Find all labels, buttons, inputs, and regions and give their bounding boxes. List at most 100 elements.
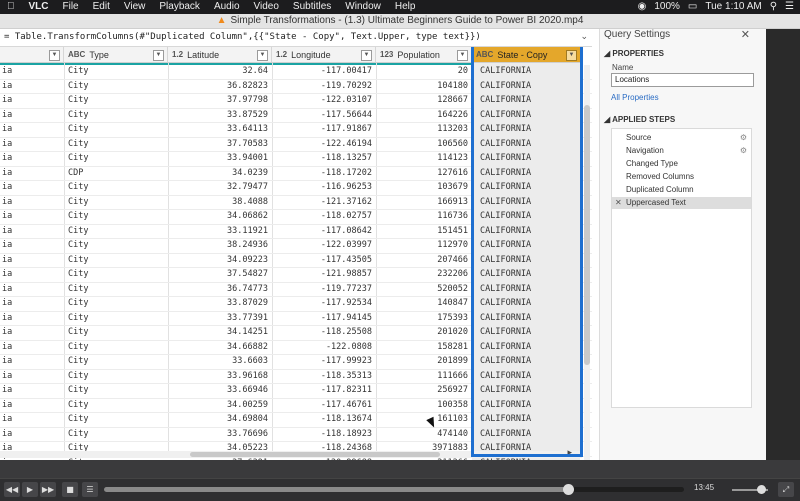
cell-state-partial[interactable]: ia: [2, 326, 12, 339]
cell-latitude[interactable]: 33.77391: [168, 312, 268, 325]
cell-state-copy[interactable]: CALIFORNIA: [480, 312, 531, 325]
cell-state-partial[interactable]: ia: [2, 413, 12, 426]
cell-state-partial[interactable]: ia: [2, 312, 12, 325]
cell-population[interactable]: 161103: [376, 413, 468, 426]
cell-type[interactable]: City: [68, 123, 88, 136]
delete-step-icon[interactable]: ✕: [615, 197, 622, 209]
column-header-type[interactable]: ABC Type ▼: [64, 47, 168, 63]
query-name-input[interactable]: Locations: [611, 73, 754, 87]
cell-population[interactable]: 127616: [376, 167, 468, 180]
gear-icon[interactable]: ⚙: [740, 132, 747, 144]
cell-population[interactable]: 114123: [376, 152, 468, 165]
cell-state-partial[interactable]: ia: [2, 355, 12, 368]
scroll-thumb[interactable]: [584, 105, 590, 365]
volume-knob[interactable]: [756, 485, 766, 494]
cell-state-partial[interactable]: ia: [2, 109, 12, 122]
cell-latitude[interactable]: 33.66946: [168, 384, 268, 397]
play-button[interactable]: ▶: [22, 482, 38, 497]
column-header-partial[interactable]: ▼: [0, 47, 64, 63]
table-row[interactable]: ia City 34.06862 -118.02757 116736 CALIFORNIA: [0, 210, 592, 225]
cell-population[interactable]: 111666: [376, 370, 468, 383]
cell-longitude[interactable]: -117.94145: [272, 312, 372, 325]
cell-latitude[interactable]: 37.70583: [168, 138, 268, 151]
cell-latitude[interactable]: 32.64: [168, 65, 268, 78]
cell-type[interactable]: City: [68, 341, 88, 354]
cell-latitude[interactable]: 38.24936: [168, 239, 268, 252]
cell-longitude[interactable]: -117.56644: [272, 109, 372, 122]
menu-list-icon[interactable]: ☰: [785, 0, 794, 14]
table-row[interactable]: ia City 34.09223 -117.43505 207466 CALIFORNIA: [0, 254, 592, 268]
cell-state-partial[interactable]: ia: [2, 65, 12, 78]
cell-latitude[interactable]: 34.14251: [168, 326, 268, 339]
search-icon[interactable]: ⚲: [770, 0, 777, 14]
cell-latitude[interactable]: 33.87529: [168, 109, 268, 122]
cell-state-copy[interactable]: CALIFORNIA: [480, 254, 531, 267]
cell-longitude[interactable]: -117.92534: [272, 297, 372, 310]
cell-longitude[interactable]: -118.17202: [272, 167, 372, 180]
gear-icon[interactable]: ⚙: [740, 145, 747, 157]
cell-state-partial[interactable]: ia: [2, 123, 12, 136]
cell-state-copy[interactable]: CALIFORNIA: [480, 109, 531, 122]
cell-type[interactable]: City: [68, 370, 88, 383]
cell-state-copy[interactable]: CALIFORNIA: [480, 428, 531, 441]
table-row[interactable]: ia City 37.70583 -122.46194 106560 CALIFORNIA: [0, 138, 592, 152]
cell-state-partial[interactable]: ia: [2, 138, 12, 151]
cell-population[interactable]: 106560: [376, 138, 468, 151]
cell-type[interactable]: City: [68, 196, 88, 209]
cell-latitude[interactable]: 38.4088: [168, 196, 268, 209]
column-header-longitude[interactable]: 1.2 Longitude ▼: [272, 47, 376, 63]
cell-latitude[interactable]: 36.82823: [168, 80, 268, 93]
scroll-thumb[interactable]: [190, 452, 440, 457]
menu-help[interactable]: Help: [388, 0, 423, 14]
cell-type[interactable]: City: [68, 65, 88, 78]
formula-bar[interactable]: = Table.TransformColumns(#"Duplicated Co…: [0, 29, 592, 47]
column-header-population[interactable]: 123 Population ▼: [376, 47, 472, 63]
table-row[interactable]: ia City 33.6603 -117.99923 201899 CALIFORNIA: [0, 355, 592, 370]
menu-app-name[interactable]: VLC: [22, 0, 56, 14]
table-row[interactable]: ia City 34.69804 -118.13674 161103 CALIFORNIA: [0, 413, 592, 428]
cell-latitude[interactable]: 34.69804: [168, 413, 268, 426]
cell-state-partial[interactable]: ia: [2, 341, 12, 354]
cell-state-partial[interactable]: ia: [2, 399, 12, 412]
cell-type[interactable]: City: [68, 138, 88, 151]
cell-type[interactable]: City: [68, 384, 88, 397]
cell-population[interactable]: 116736: [376, 210, 468, 223]
cell-type[interactable]: City: [68, 297, 88, 310]
cell-state-partial[interactable]: ia: [2, 268, 12, 281]
cell-population[interactable]: 112970: [376, 239, 468, 252]
menu-subtitles[interactable]: Subtitles: [286, 0, 338, 14]
cell-latitude[interactable]: 36.74773: [168, 283, 268, 296]
cell-longitude[interactable]: -118.13257: [272, 152, 372, 165]
battery-icon[interactable]: ▭: [688, 0, 697, 14]
cell-longitude[interactable]: -122.03997: [272, 239, 372, 252]
cell-population[interactable]: 201020: [376, 326, 468, 339]
text-type-icon[interactable]: ABC: [476, 50, 493, 59]
cell-longitude[interactable]: -117.99923: [272, 355, 372, 368]
menu-edit[interactable]: Edit: [86, 0, 117, 14]
table-row[interactable]: ia City 34.14251 -118.25508 201020 CALIFORNIA: [0, 326, 592, 341]
table-row[interactable]: ia City 38.4088 -121.37162 166913 CALIFORNIA: [0, 196, 592, 210]
cell-state-partial[interactable]: ia: [2, 94, 12, 107]
cell-state-partial[interactable]: ia: [2, 370, 12, 383]
filter-dropdown-icon[interactable]: ▼: [566, 50, 577, 61]
cell-longitude[interactable]: -121.98857: [272, 268, 372, 281]
cell-longitude[interactable]: -122.0808: [272, 341, 372, 354]
filter-dropdown-icon[interactable]: ▼: [257, 50, 268, 61]
cell-population[interactable]: 20: [376, 65, 468, 78]
cell-longitude[interactable]: -116.96253: [272, 181, 372, 194]
cell-population[interactable]: 166913: [376, 196, 468, 209]
cell-state-partial[interactable]: ia: [2, 384, 12, 397]
table-row[interactable]: ia City 32.64 -117.00417 20 CALIFORNIA: [0, 65, 592, 80]
cell-longitude[interactable]: -119.77237: [272, 283, 372, 296]
cell-state-copy[interactable]: CALIFORNIA: [480, 297, 531, 310]
cell-type[interactable]: City: [68, 152, 88, 165]
horizontal-scrollbar[interactable]: ▸: [0, 448, 582, 458]
cell-state-copy[interactable]: CALIFORNIA: [480, 138, 531, 151]
wifi-icon[interactable]: ◉: [638, 0, 647, 14]
cell-state-partial[interactable]: ia: [2, 152, 12, 165]
cell-latitude[interactable]: 37.97798: [168, 94, 268, 107]
cell-state-copy[interactable]: CALIFORNIA: [480, 80, 531, 93]
cell-longitude[interactable]: -117.82311: [272, 384, 372, 397]
apple-icon[interactable]: : [0, 0, 22, 14]
cell-state-copy[interactable]: CALIFORNIA: [480, 196, 531, 209]
